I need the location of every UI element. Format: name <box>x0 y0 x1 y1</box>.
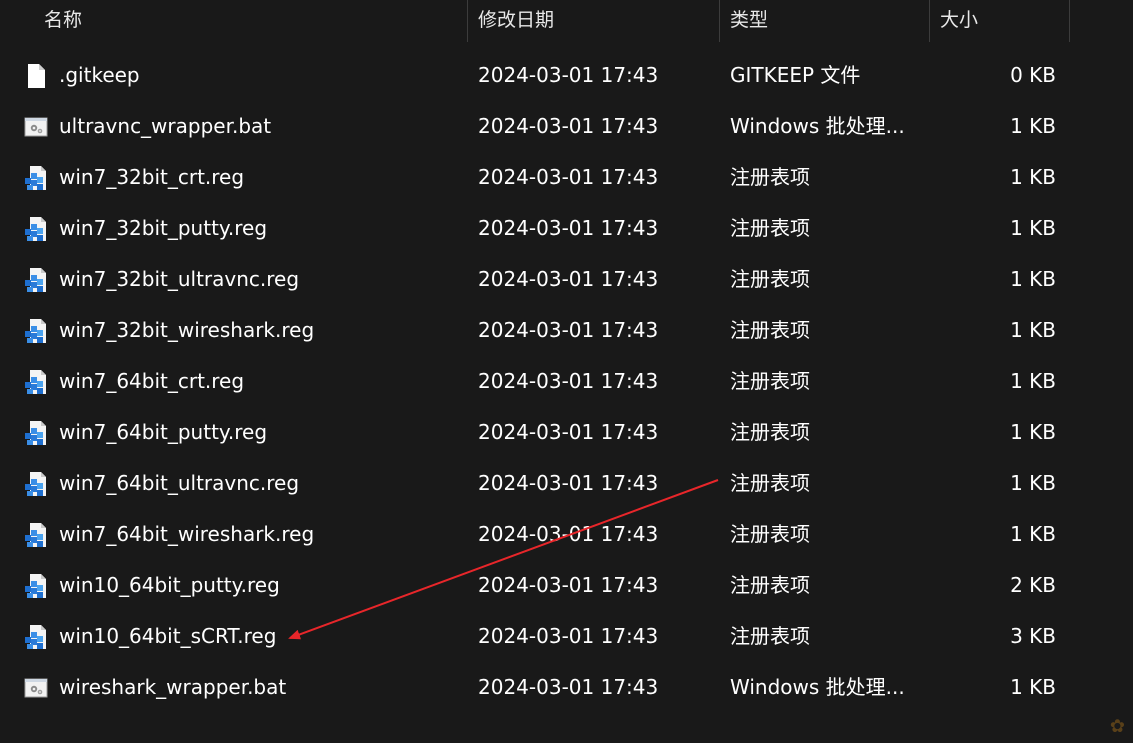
file-date-modified: 2024-03-01 17:43 <box>478 573 659 597</box>
file-size: 1 KB <box>1010 165 1056 189</box>
file-row[interactable]: win7_64bit_ultravnc.reg 2024-03-01 17:43… <box>0 458 1133 509</box>
batch-file-icon <box>24 117 48 137</box>
file-type: Windows 批处理... <box>730 675 905 699</box>
file-date-modified: 2024-03-01 17:43 <box>478 318 659 342</box>
file-date-modified: 2024-03-01 17:43 <box>478 216 659 240</box>
file-row[interactable]: .gitkeep 2024-03-01 17:43 GITKEEP 文件 0 K… <box>0 50 1133 101</box>
file-name: .gitkeep <box>59 63 140 87</box>
file-size: 1 KB <box>1010 522 1056 546</box>
file-row[interactable]: win7_32bit_wireshark.reg 2024-03-01 17:4… <box>0 305 1133 356</box>
batch-file-icon <box>24 678 48 698</box>
file-size: 1 KB <box>1010 114 1056 138</box>
file-type: 注册表项 <box>730 573 810 597</box>
file-name: win7_32bit_ultravnc.reg <box>59 267 300 291</box>
file-date-modified: 2024-03-01 17:43 <box>478 624 659 648</box>
file-date-modified: 2024-03-01 17:43 <box>478 165 659 189</box>
watermark-seal-icon: ✿ <box>1109 716 1125 737</box>
file-row[interactable]: win7_64bit_putty.reg 2024-03-01 17:43 注册… <box>0 407 1133 458</box>
column-header-type[interactable]: 类型 <box>730 0 768 42</box>
file-type: 注册表项 <box>730 216 810 240</box>
file-name: win7_64bit_crt.reg <box>59 369 245 393</box>
file-size: 3 KB <box>1010 624 1056 648</box>
sort-ascending-icon: ^ <box>245 0 257 5</box>
file-type: 注册表项 <box>730 522 810 546</box>
file-row[interactable]: win7_32bit_ultravnc.reg 2024-03-01 17:43… <box>0 254 1133 305</box>
file-type: 注册表项 <box>730 267 810 291</box>
file-row[interactable]: win7_32bit_putty.reg 2024-03-01 17:43 注册… <box>0 203 1133 254</box>
file-type: 注册表项 <box>730 165 810 189</box>
file-date-modified: 2024-03-01 17:43 <box>478 369 659 393</box>
file-type: Windows 批处理... <box>730 114 905 138</box>
file-name: win7_32bit_wireshark.reg <box>59 318 315 342</box>
file-type: 注册表项 <box>730 624 810 648</box>
file-type: 注册表项 <box>730 318 810 342</box>
file-size: 1 KB <box>1010 675 1056 699</box>
file-row[interactable]: win10_64bit_putty.reg 2024-03-01 17:43 注… <box>0 560 1133 611</box>
file-name: wireshark_wrapper.bat <box>59 675 287 699</box>
column-divider[interactable] <box>929 0 930 42</box>
column-header-name[interactable]: 名称 <box>44 0 82 42</box>
registry-file-icon <box>25 319 46 343</box>
file-size: 2 KB <box>1010 573 1056 597</box>
file-row[interactable]: win7_64bit_wireshark.reg 2024-03-01 17:4… <box>0 509 1133 560</box>
column-divider[interactable] <box>467 0 468 42</box>
file-type: 注册表项 <box>730 420 810 444</box>
registry-file-icon <box>25 166 46 190</box>
registry-file-icon <box>25 217 46 241</box>
registry-file-icon <box>25 625 46 649</box>
column-divider[interactable] <box>719 0 720 42</box>
file-date-modified: 2024-03-01 17:43 <box>478 420 659 444</box>
file-name: win7_32bit_crt.reg <box>59 165 245 189</box>
file-size: 1 KB <box>1010 471 1056 495</box>
file-date-modified: 2024-03-01 17:43 <box>478 63 659 87</box>
file-row[interactable]: wireshark_wrapper.bat 2024-03-01 17:43 W… <box>0 662 1133 713</box>
column-divider[interactable] <box>1069 0 1070 42</box>
file-row[interactable]: win7_32bit_crt.reg 2024-03-01 17:43 注册表项… <box>0 152 1133 203</box>
file-name: win7_64bit_wireshark.reg <box>59 522 315 546</box>
registry-file-icon <box>25 523 46 547</box>
file-size: 1 KB <box>1010 267 1056 291</box>
column-header-size[interactable]: 大小 <box>940 0 978 42</box>
file-name: win10_64bit_putty.reg <box>59 573 280 597</box>
registry-file-icon <box>25 370 46 394</box>
file-type: 注册表项 <box>730 369 810 393</box>
column-header-date-modified[interactable]: 修改日期 <box>478 0 554 42</box>
registry-file-icon <box>25 574 46 598</box>
file-date-modified: 2024-03-01 17:43 <box>478 522 659 546</box>
registry-file-icon <box>25 421 46 445</box>
file-size: 1 KB <box>1010 369 1056 393</box>
registry-file-icon <box>25 268 46 292</box>
file-type: GITKEEP 文件 <box>730 63 861 87</box>
file-name: win7_64bit_putty.reg <box>59 420 268 444</box>
file-date-modified: 2024-03-01 17:43 <box>478 675 659 699</box>
file-size: 1 KB <box>1010 318 1056 342</box>
file-date-modified: 2024-03-01 17:43 <box>478 267 659 291</box>
file-name: win7_32bit_putty.reg <box>59 216 268 240</box>
file-size: 1 KB <box>1010 216 1056 240</box>
file-explorer-details-view: ^ 名称 修改日期 类型 大小 .gitkeep 2024-03-01 17:4… <box>0 0 1133 743</box>
file-type: 注册表项 <box>730 471 810 495</box>
file-row[interactable]: win10_64bit_sCRT.reg 2024-03-01 17:43 注册… <box>0 611 1133 662</box>
file-name: win10_64bit_sCRT.reg <box>59 624 277 648</box>
file-list: .gitkeep 2024-03-01 17:43 GITKEEP 文件 0 K… <box>0 50 1133 713</box>
blank-file-icon <box>28 64 45 88</box>
column-header-row: ^ 名称 修改日期 类型 大小 <box>0 0 1133 42</box>
file-name: ultravnc_wrapper.bat <box>59 114 272 138</box>
file-date-modified: 2024-03-01 17:43 <box>478 114 659 138</box>
file-size: 0 KB <box>1010 63 1056 87</box>
file-name: win7_64bit_ultravnc.reg <box>59 471 300 495</box>
file-row[interactable]: ultravnc_wrapper.bat 2024-03-01 17:43 Wi… <box>0 101 1133 152</box>
file-size: 1 KB <box>1010 420 1056 444</box>
file-row[interactable]: win7_64bit_crt.reg 2024-03-01 17:43 注册表项… <box>0 356 1133 407</box>
file-date-modified: 2024-03-01 17:43 <box>478 471 659 495</box>
registry-file-icon <box>25 472 46 496</box>
